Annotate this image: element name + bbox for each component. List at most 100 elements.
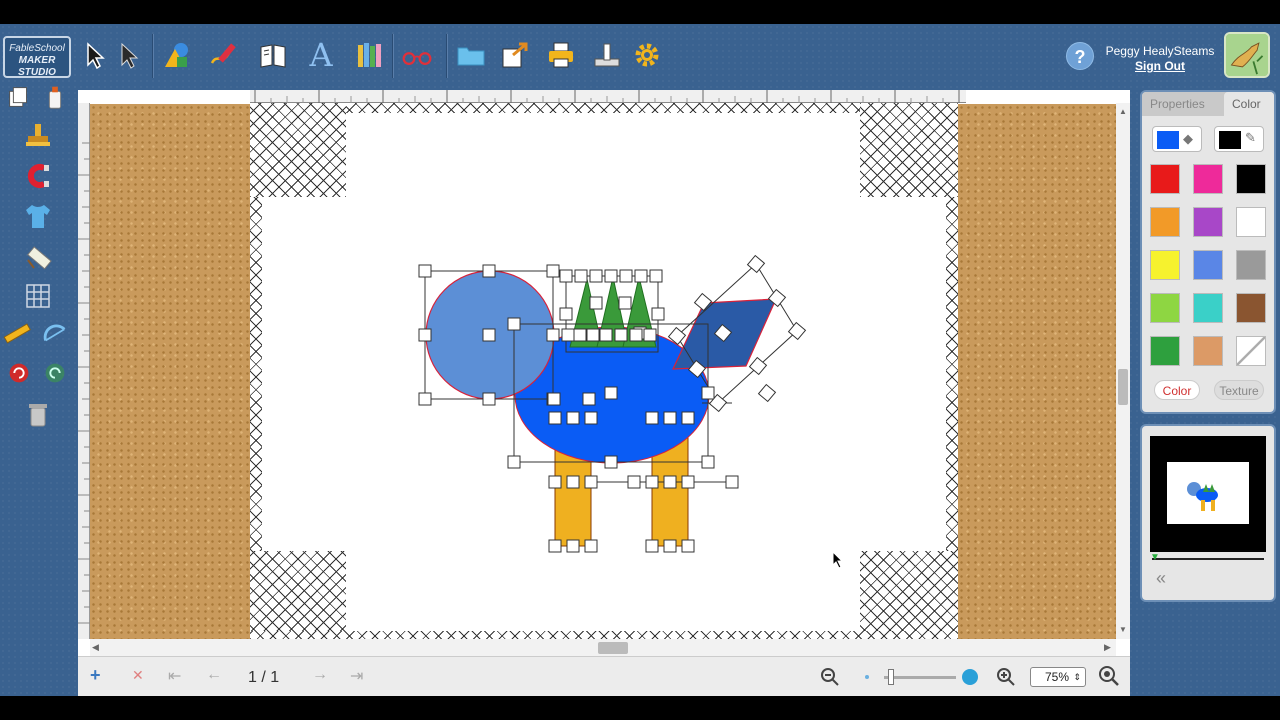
next-page-icon[interactable]: → (312, 666, 328, 684)
zoom-select[interactable]: 75% ⇕ (1030, 667, 1086, 687)
resize-handle[interactable] (645, 475, 659, 489)
resize-handle[interactable] (507, 455, 521, 469)
resize-handle[interactable] (584, 411, 598, 425)
glasses-icon[interactable] (400, 38, 434, 72)
scroll-right-icon[interactable]: ▶ (1104, 642, 1111, 653)
scroll-up-icon[interactable]: ▲ (1119, 107, 1127, 116)
tab-color[interactable]: Color (1232, 97, 1261, 111)
scroll-down-icon[interactable]: ▼ (1119, 625, 1127, 634)
pencil-icon[interactable] (206, 38, 240, 72)
resize-handle[interactable] (573, 328, 587, 342)
resize-handle[interactable] (681, 475, 695, 489)
last-page-icon[interactable]: ⇥ (350, 666, 363, 686)
shirt-icon[interactable] (20, 198, 56, 234)
color-swatch[interactable] (1193, 207, 1223, 237)
redo-icon[interactable] (40, 358, 70, 388)
color-swatch[interactable] (1193, 293, 1223, 323)
page-thumbnail[interactable] (1167, 462, 1249, 524)
resize-handle[interactable] (418, 328, 432, 342)
shapes-icon[interactable] (160, 38, 194, 72)
library-icon[interactable] (352, 38, 386, 72)
resize-handle[interactable] (418, 392, 432, 406)
resize-handle[interactable] (681, 411, 695, 425)
settings-gear-icon[interactable] (630, 38, 664, 72)
resize-handle[interactable] (548, 475, 562, 489)
color-swatch[interactable] (1193, 336, 1223, 366)
resize-handle[interactable] (482, 328, 496, 342)
folder-icon[interactable] (454, 38, 488, 72)
zoom-out-icon[interactable] (820, 667, 840, 687)
resize-handle[interactable] (681, 539, 695, 553)
stroke-color-selector[interactable]: ✎ (1214, 126, 1264, 152)
undo-icon[interactable] (4, 358, 34, 388)
resize-handle[interactable] (645, 411, 659, 425)
resize-handle[interactable] (589, 269, 603, 283)
thumbnail-frame[interactable] (1150, 436, 1266, 552)
resize-handle[interactable] (645, 539, 659, 553)
collapse-panel-icon[interactable]: « (1156, 568, 1166, 589)
resize-handle[interactable] (614, 328, 628, 342)
resize-handle[interactable] (547, 392, 561, 406)
resize-handle[interactable] (582, 392, 596, 406)
color-swatch[interactable] (1150, 250, 1180, 280)
color-swatch[interactable] (1150, 207, 1180, 237)
resize-handle[interactable] (584, 475, 598, 489)
vertical-scroll-thumb[interactable] (1118, 369, 1128, 405)
resize-handle[interactable] (418, 264, 432, 278)
help-button[interactable]: ? (1066, 42, 1094, 70)
magnet-icon[interactable] (20, 158, 56, 194)
resize-handle[interactable] (649, 269, 663, 283)
color-swatch[interactable] (1236, 250, 1266, 280)
copy-icon[interactable] (4, 82, 34, 112)
fill-color-selector[interactable]: ◆ (1152, 126, 1202, 152)
color-swatch[interactable] (1236, 336, 1266, 366)
resize-handle[interactable] (566, 411, 580, 425)
grid-icon[interactable] (20, 278, 56, 314)
stamp-icon[interactable] (20, 118, 56, 154)
direct-select-icon[interactable] (112, 38, 146, 72)
resize-handle[interactable] (701, 386, 715, 400)
resize-handle[interactable] (663, 411, 677, 425)
resize-handle[interactable] (663, 539, 677, 553)
resize-handle[interactable] (651, 307, 665, 321)
scroll-left-icon[interactable]: ◀ (92, 642, 99, 653)
resize-handle[interactable] (548, 539, 562, 553)
page-canvas[interactable] (250, 103, 958, 639)
tab-properties[interactable]: Properties (1150, 97, 1205, 111)
resize-handle[interactable] (507, 317, 521, 331)
sign-out-link[interactable]: Sign Out (1100, 59, 1220, 73)
color-swatch[interactable] (1236, 293, 1266, 323)
color-swatch[interactable] (1236, 207, 1266, 237)
resize-handle[interactable] (701, 455, 715, 469)
color-swatch[interactable] (1150, 164, 1180, 194)
resize-handle[interactable] (604, 386, 618, 400)
glue-icon[interactable] (40, 82, 70, 112)
zoom-slider-handle[interactable] (888, 669, 894, 685)
resize-handle[interactable] (586, 328, 600, 342)
resize-handle[interactable] (561, 328, 575, 342)
rotated-resize-handle[interactable] (757, 383, 777, 403)
zoom-in-icon[interactable] (996, 667, 1016, 687)
select-arrow-icon[interactable] (78, 38, 112, 72)
ruler-icon[interactable] (2, 318, 32, 348)
resize-handle[interactable] (566, 475, 580, 489)
color-swatch[interactable] (1193, 164, 1223, 194)
horizontal-scrollbar[interactable]: ◀ ▶ (90, 639, 1116, 656)
color-swatch[interactable] (1236, 164, 1266, 194)
resize-handle[interactable] (604, 269, 618, 283)
resize-handle[interactable] (619, 269, 633, 283)
vertical-scrollbar[interactable]: ▲ ▼ (1116, 103, 1130, 639)
color-mode-button[interactable]: Color (1154, 380, 1200, 400)
resize-handle[interactable] (584, 539, 598, 553)
resize-handle[interactable] (604, 455, 618, 469)
text-icon[interactable]: A (304, 36, 338, 74)
resize-handle[interactable] (482, 264, 496, 278)
resize-handle[interactable] (559, 269, 573, 283)
delete-page-icon[interactable]: ✕ (132, 667, 144, 684)
export-icon[interactable] (498, 38, 532, 72)
resize-handle[interactable] (546, 328, 560, 342)
publish-icon[interactable] (590, 38, 624, 72)
horizontal-scroll-thumb[interactable] (598, 642, 628, 654)
resize-handle[interactable] (589, 296, 603, 310)
color-swatch[interactable] (1193, 250, 1223, 280)
